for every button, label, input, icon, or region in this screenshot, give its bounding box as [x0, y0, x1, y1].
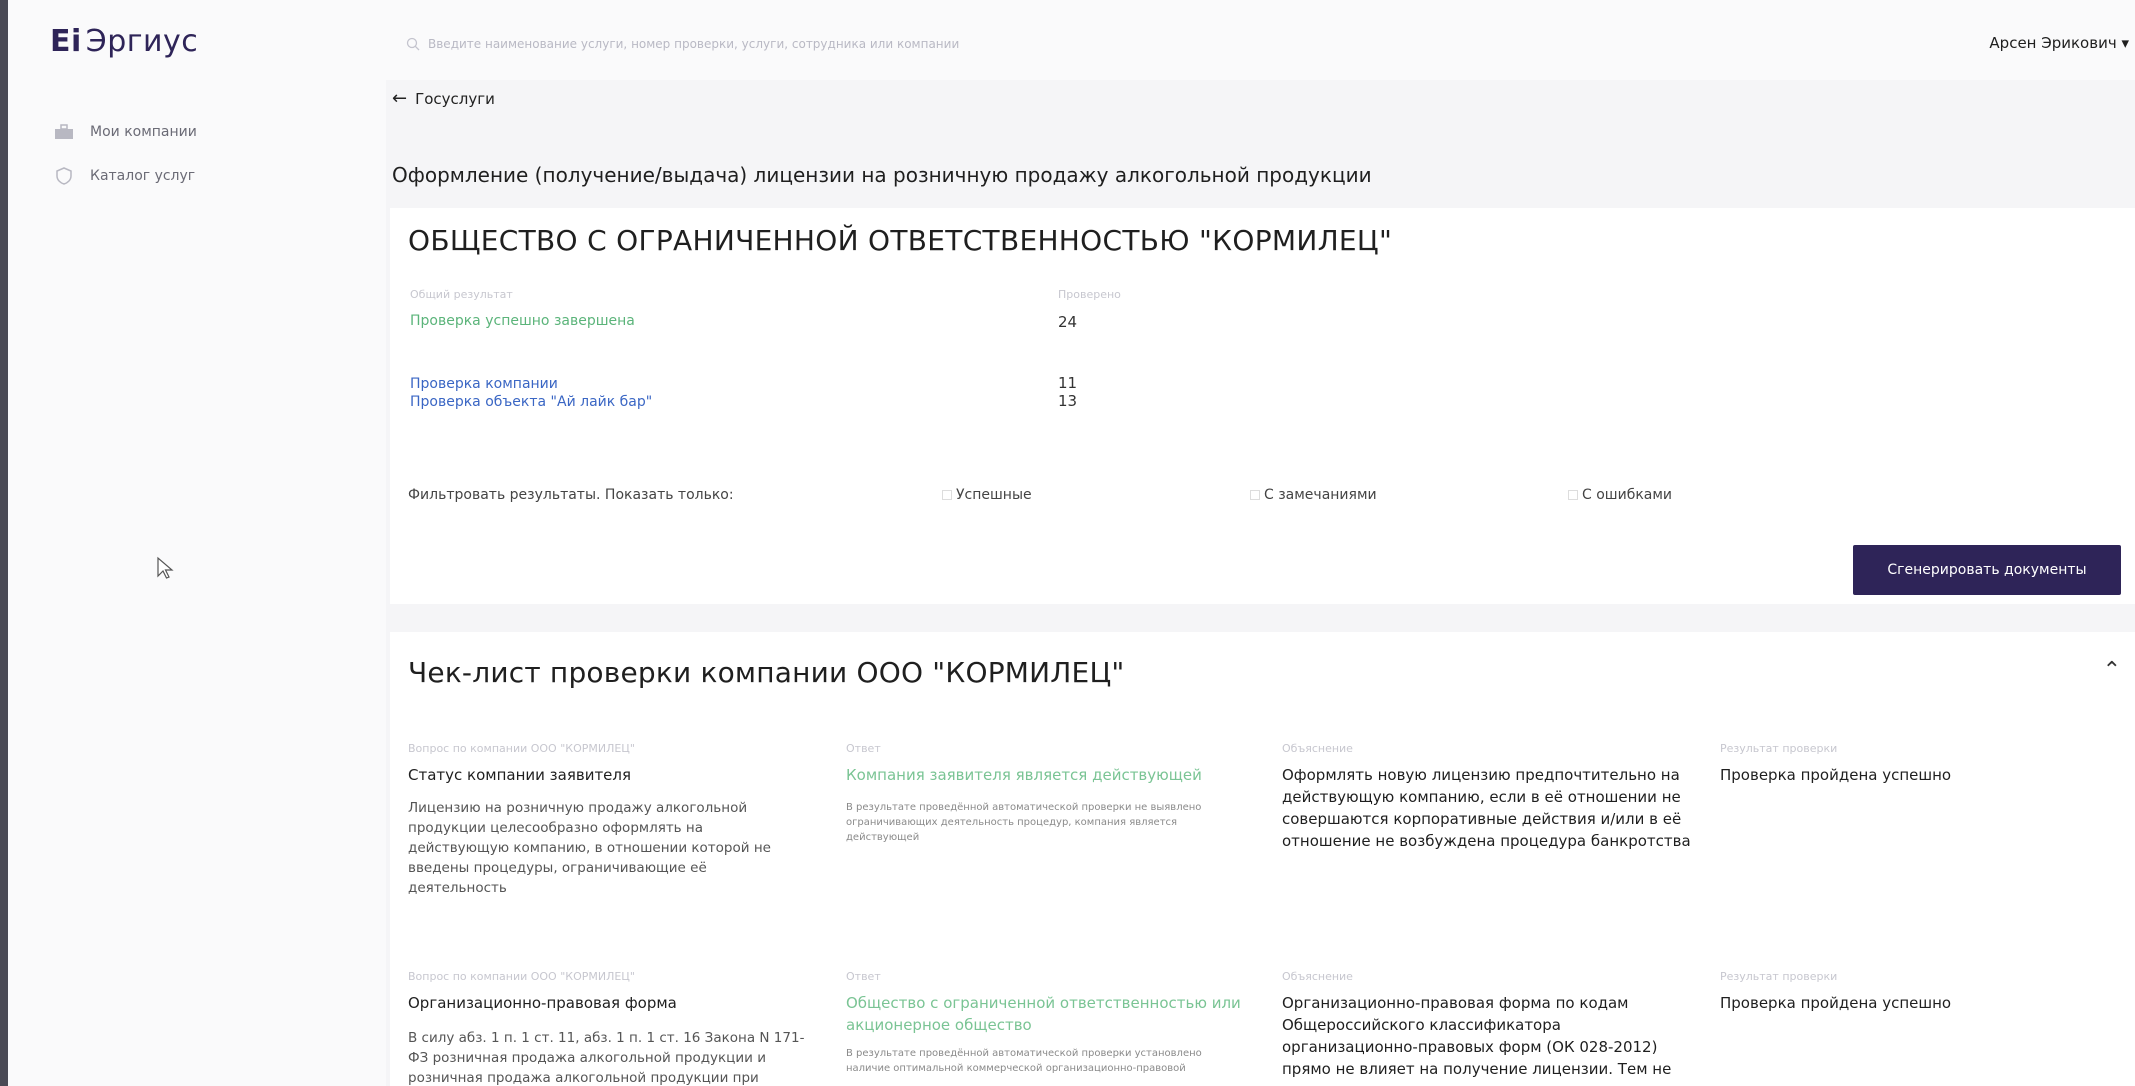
filter-option-label: С ошибками	[1582, 487, 1673, 503]
explanation-label: Объяснение	[1282, 970, 1353, 983]
page-title: Оформление (получение/выдача) лицензии н…	[392, 163, 1372, 187]
briefcase-icon	[54, 122, 74, 142]
company-summary-card: ОБЩЕСТВО С ОГРАНИЧЕННОЙ ОТВЕТСТВЕННОСТЬЮ…	[390, 208, 2135, 604]
chevron-up-icon[interactable]: ⌃	[2103, 658, 2121, 683]
filter-errors-checkbox[interactable]: С ошибками	[1568, 487, 1672, 503]
mouse-cursor-icon	[157, 556, 174, 579]
arrow-left-icon: ←	[392, 88, 408, 109]
logo-text: Эргиус	[85, 24, 199, 59]
logo-mark: Ei	[50, 24, 82, 59]
answer-description: В результате проведённой автоматической …	[846, 802, 1202, 843]
app-logo[interactable]: Ei Эргиус	[50, 24, 198, 59]
checks-label: Проверено	[1058, 288, 1121, 301]
answer-title: Компания заявителя является действующей	[846, 766, 1202, 784]
question-title: Статус компании заявителя	[408, 766, 632, 784]
checks-total: 24	[1058, 313, 1078, 331]
back-link-label: Госуслуги	[415, 89, 495, 108]
sidebar-item-label: Мои компании	[90, 124, 197, 140]
question-description: Лицензию на розничную продажу алкогольно…	[408, 800, 771, 896]
explanation-label: Объяснение	[1282, 742, 1353, 755]
answer-description: В результате проведённой автоматической …	[846, 1048, 1202, 1074]
filter-warnings-checkbox[interactable]: С замечаниями	[1250, 487, 1377, 503]
checklist-title: Чек-лист проверки компании ООО "КОРМИЛЕЦ…	[408, 656, 1125, 689]
check-object-link[interactable]: Проверка объекта "Ай лайк бар"	[410, 394, 652, 410]
company-title: ОБЩЕСТВО С ОГРАНИЧЕННОЙ ОТВЕТСТВЕННОСТЬЮ…	[408, 224, 1393, 257]
result-label: Результат проверки	[1720, 970, 1838, 983]
back-link[interactable]: ← Госуслуги	[392, 88, 495, 109]
result-text: Проверка пройдена успешно	[1720, 994, 1952, 1012]
generate-documents-button[interactable]: Сгенерировать документы	[1853, 545, 2121, 595]
result-text: Проверка пройдена успешно	[1720, 766, 1952, 784]
answer-label: Ответ	[846, 742, 881, 755]
question-label: Вопрос по компании ООО "КОРМИЛЕЦ"	[408, 970, 635, 983]
sidebar-item-companies[interactable]: Мои компании	[54, 122, 197, 142]
user-menu[interactable]: Арсен Эрикович ▾	[1989, 34, 2129, 52]
checkbox-icon	[942, 490, 952, 500]
window-edge	[0, 0, 8, 1086]
explanation-text: Оформлять новую лицензию предпочтительно…	[1282, 766, 1691, 850]
question-label: Вопрос по компании ООО "КОРМИЛЕЦ"	[408, 742, 635, 755]
filter-success-checkbox[interactable]: Успешные	[942, 487, 1032, 503]
search-bar[interactable]: Введите наименование услуги, номер прове…	[406, 30, 1166, 58]
overall-result-label: Общий результат	[410, 288, 513, 301]
shield-icon	[54, 166, 74, 186]
explanation-text: Организационно-правовая форма по кодам О…	[1282, 994, 1672, 1078]
overall-result-value: Проверка успешно завершена	[410, 313, 635, 329]
answer-label: Ответ	[846, 970, 881, 983]
sidebar: Мои компании Каталог услуг	[8, 80, 386, 1086]
filter-option-label: Успешные	[956, 487, 1032, 503]
filter-label: Фильтровать результаты. Показать только:	[408, 487, 734, 503]
checklist-card: Чек-лист проверки компании ООО "КОРМИЛЕЦ…	[390, 632, 2135, 1086]
sidebar-item-catalog[interactable]: Каталог услуг	[54, 166, 195, 186]
search-input[interactable]: Введите наименование услуги, номер прове…	[428, 37, 959, 51]
search-icon	[406, 37, 420, 51]
check-company-count: 11	[1058, 374, 1078, 392]
checkbox-icon	[1250, 490, 1260, 500]
filter-option-label: С замечаниями	[1264, 487, 1377, 503]
check-object-count: 13	[1058, 392, 1078, 410]
answer-title: Общество с ограниченной ответственностью…	[846, 994, 1241, 1034]
top-bar: Ei Эргиус Введите наименование услуги, но…	[8, 0, 2135, 80]
sidebar-item-label: Каталог услуг	[90, 168, 196, 184]
checkbox-icon	[1568, 490, 1578, 500]
check-company-link[interactable]: Проверка компании	[410, 376, 558, 392]
question-description: В силу абз. 1 п. 1 ст. 11, абз. 1 п. 1 с…	[408, 1030, 805, 1086]
question-title: Организационно-правовая форма	[408, 994, 677, 1012]
result-label: Результат проверки	[1720, 742, 1838, 755]
